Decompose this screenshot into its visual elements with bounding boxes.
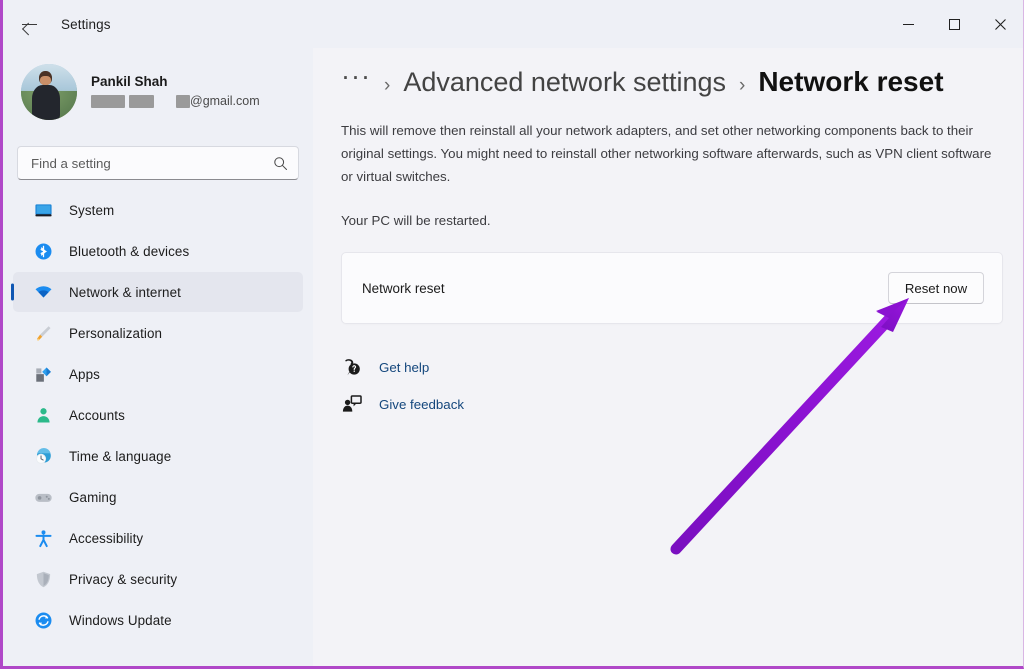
sidebar-item-privacy-security[interactable]: Privacy & security — [13, 559, 303, 599]
sidebar-item-label: Gaming — [69, 489, 117, 505]
update-icon — [33, 610, 53, 630]
get-help-link[interactable]: Get help — [341, 352, 511, 382]
sidebar-item-label: Time & language — [69, 448, 172, 464]
support-links: Get help Give feedback — [341, 352, 1023, 419]
search-input[interactable] — [31, 155, 273, 171]
redacted-block — [91, 95, 125, 109]
sidebar-item-label: Windows Update — [69, 612, 172, 628]
close-button[interactable] — [977, 0, 1023, 48]
account-name: Pankil Shah — [91, 74, 168, 90]
sidebar-item-label: Accessibility — [69, 530, 144, 546]
feedback-person-bubble-icon — [341, 393, 363, 415]
bluetooth-icon — [33, 241, 53, 261]
account-email: @gmail.com — [91, 94, 260, 110]
monitor-icon — [33, 200, 53, 220]
breadcrumb-overflow-button[interactable]: ··· — [341, 63, 371, 90]
gamepad-icon — [33, 487, 53, 507]
main-content: ··· › Advanced network settings › Networ… — [313, 48, 1023, 666]
breadcrumb: ··· › Advanced network settings › Networ… — [341, 63, 1023, 98]
search-icon[interactable] — [273, 156, 288, 171]
sidebar: Pankil Shah @gmail.com Find a setting Sy… — [3, 48, 313, 666]
sidebar-item-label: Privacy & security — [69, 571, 178, 587]
sidebar-item-time-language[interactable]: Time & language — [13, 436, 303, 476]
shield-icon — [33, 569, 53, 589]
search-box[interactable] — [17, 146, 299, 180]
paintbrush-icon — [33, 323, 53, 343]
sidebar-item-gaming[interactable]: Gaming — [13, 477, 303, 517]
page-description-primary: This will remove then reinstall all your… — [341, 123, 992, 184]
chevron-right-icon: › — [739, 75, 746, 96]
reset-now-button[interactable]: Reset now — [888, 272, 984, 305]
back-arrow-icon — [21, 15, 39, 33]
clock-globe-icon — [33, 446, 53, 466]
network-reset-label: Network reset — [362, 280, 445, 296]
title-bar: Settings — [3, 0, 1023, 48]
minimize-icon — [902, 23, 914, 25]
help-question-bubble-icon — [341, 356, 363, 378]
sidebar-item-accessibility[interactable]: Accessibility — [13, 518, 303, 558]
sidebar-item-windows-update[interactable]: Windows Update — [13, 600, 303, 640]
account-card[interactable]: Pankil Shah @gmail.com — [3, 52, 313, 132]
accessibility-icon — [33, 528, 53, 548]
apps-icon — [33, 364, 53, 384]
avatar — [21, 64, 77, 120]
sidebar-item-label: Personalization — [69, 325, 163, 341]
sidebar-item-network-internet[interactable]: Network & internet — [13, 272, 303, 312]
get-help-label: Get help — [379, 359, 430, 375]
minimize-button[interactable] — [885, 0, 931, 48]
sidebar-item-label: System — [69, 202, 115, 218]
sidebar-item-label: Apps — [69, 366, 100, 382]
sidebar-item-system[interactable]: System — [13, 190, 303, 230]
sidebar-item-accounts[interactable]: Accounts — [13, 395, 303, 435]
maximize-button[interactable] — [931, 0, 977, 48]
maximize-icon — [948, 18, 960, 30]
sidebar-item-apps[interactable]: Apps — [13, 354, 303, 394]
person-icon — [33, 405, 53, 425]
close-icon — [994, 18, 1006, 30]
sidebar-item-personalization[interactable]: Personalization — [13, 313, 303, 353]
window-controls — [885, 0, 1023, 48]
sidebar-item-label: Network & internet — [69, 284, 181, 300]
chevron-right-icon: › — [383, 75, 391, 96]
page-description-secondary: Your PC will be restarted. — [341, 212, 491, 228]
sidebar-item-bluetooth-devices[interactable]: Bluetooth & devices — [13, 231, 303, 271]
redacted-block — [129, 95, 154, 109]
page-title: Network reset — [758, 66, 944, 97]
account-email-suffix: @gmail.com — [190, 94, 260, 109]
sidebar-nav: System Bluetooth & devices Network & int… — [3, 190, 313, 640]
breadcrumb-parent-link[interactable]: Advanced network settings — [403, 67, 726, 98]
sidebar-item-label: Accounts — [69, 407, 125, 423]
give-feedback-link[interactable]: Give feedback — [341, 389, 511, 419]
app-title: Settings — [61, 16, 111, 32]
redacted-block — [176, 95, 190, 109]
back-button[interactable] — [11, 8, 49, 40]
wifi-icon — [33, 282, 53, 302]
sidebar-item-label: Bluetooth & devices — [69, 243, 190, 259]
network-reset-card: Network reset Reset now — [341, 252, 1003, 325]
app-shell: Pankil Shah @gmail.com Find a setting Sy… — [3, 48, 1023, 666]
give-feedback-label: Give feedback — [379, 396, 465, 412]
